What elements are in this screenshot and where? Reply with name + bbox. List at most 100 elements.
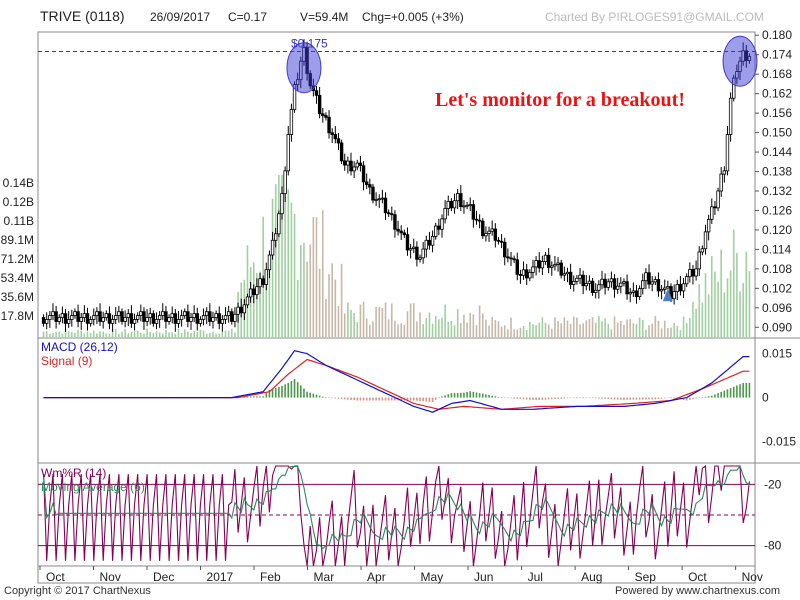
chart-frame (37, 31, 756, 584)
volume-bar (588, 319, 591, 337)
macd-histogram-bar (434, 397, 437, 400)
macd-histogram-bar (689, 397, 691, 400)
candle-body (346, 160, 350, 166)
macd-histogram-bar (579, 397, 581, 399)
volume-bar (516, 329, 519, 337)
candle-body (164, 311, 168, 322)
stock-chart: 0.180 0.174 0.168 0.162 0.156 0.150 0.144 0.138… (1, 28, 800, 584)
volume-bar (347, 302, 349, 337)
candle-body (157, 315, 162, 320)
candle-body (578, 274, 582, 279)
macd-histogram-bar (287, 382, 290, 398)
candle-body (88, 319, 93, 324)
volume-bar (49, 333, 51, 337)
macd-histogram-bar (598, 397, 600, 399)
volume-bar (365, 318, 368, 337)
candle-body (440, 218, 444, 230)
volume-bar (704, 273, 707, 337)
volume-bar (58, 331, 61, 337)
macd-histogram-bar (497, 396, 500, 398)
candle-body (142, 311, 146, 322)
candle-body (565, 271, 570, 275)
candle-body (546, 254, 551, 268)
volume-bar (550, 328, 553, 337)
volume-bar (318, 268, 321, 337)
x-tick-label: Nov (100, 570, 121, 584)
candle-body (477, 219, 482, 222)
candle-body (455, 193, 460, 202)
volume-bar (682, 316, 685, 337)
volume-tick-label: 17.8M (1, 309, 34, 323)
candle-body (572, 280, 576, 285)
candle-body (619, 282, 623, 287)
candle-body (198, 319, 203, 324)
candle-body (82, 313, 87, 318)
volume-bar (560, 323, 563, 337)
volume-bar (337, 306, 340, 337)
volume-bar (412, 303, 415, 337)
candle-body (208, 311, 212, 322)
macd-histogram-bar (494, 396, 497, 398)
macd-histogram-bar (293, 379, 296, 398)
volume-bar (723, 292, 726, 337)
candle-body (214, 313, 218, 318)
candle-body (641, 280, 645, 290)
candle-body (110, 319, 115, 324)
macd-histogram-bar (416, 397, 418, 401)
candle-body (518, 273, 523, 276)
volume-bar (481, 313, 484, 337)
candle-body (355, 162, 359, 168)
candle-body (424, 239, 429, 250)
candle-body (349, 160, 353, 172)
candle-body (270, 239, 275, 256)
volume-bar (215, 333, 217, 337)
candle-body (584, 283, 588, 287)
candle-body (145, 317, 149, 322)
volume-bar (369, 324, 371, 337)
macd-histogram-bar (488, 395, 490, 398)
volume-bar (387, 319, 390, 337)
volume-bar (475, 325, 478, 337)
signal-legend: Signal (9) (41, 354, 92, 368)
volume-bar (89, 333, 92, 337)
price-tick-label: 0.138 (762, 165, 792, 179)
volume-bar (315, 217, 318, 337)
volume-bar (463, 314, 465, 337)
volume-bar (193, 330, 195, 337)
macd-histogram-bar (485, 394, 487, 398)
volume-bar (356, 322, 359, 337)
candle-body (418, 257, 422, 260)
macd-histogram-bar (356, 397, 359, 401)
macd-histogram-bar (381, 397, 384, 401)
volume-bar (140, 332, 142, 337)
macd-histogram-bar (560, 397, 563, 399)
macd-histogram-bar (350, 397, 352, 400)
volume-bar (221, 332, 224, 337)
volume-bar (92, 330, 95, 337)
macd-histogram-bar (657, 397, 660, 399)
volume-bar (660, 328, 663, 337)
volume-bar (469, 312, 472, 337)
volume-bar (105, 333, 108, 337)
candle-body (129, 313, 134, 324)
macd-histogram-bar (315, 394, 318, 398)
volume-bar (507, 329, 509, 337)
macd-histogram-bar (274, 387, 277, 398)
macd-histogram-bar (456, 392, 459, 398)
macd-histogram-bar (663, 397, 666, 399)
candle-body (327, 116, 331, 134)
volume-bar (635, 324, 638, 337)
candle-body (226, 311, 231, 316)
volume-bar (428, 312, 431, 337)
volume-bar (460, 323, 462, 337)
macd-histogram-bar (554, 397, 556, 400)
candle-body (399, 230, 403, 234)
macd-histogram-bar (387, 397, 390, 401)
macd-histogram-bar (532, 397, 534, 401)
volume-bar (416, 321, 418, 337)
volume-bar (701, 302, 704, 337)
candle-body (590, 280, 595, 293)
candle-body (205, 311, 209, 316)
candle-body (183, 311, 187, 316)
candle-body (380, 197, 385, 200)
